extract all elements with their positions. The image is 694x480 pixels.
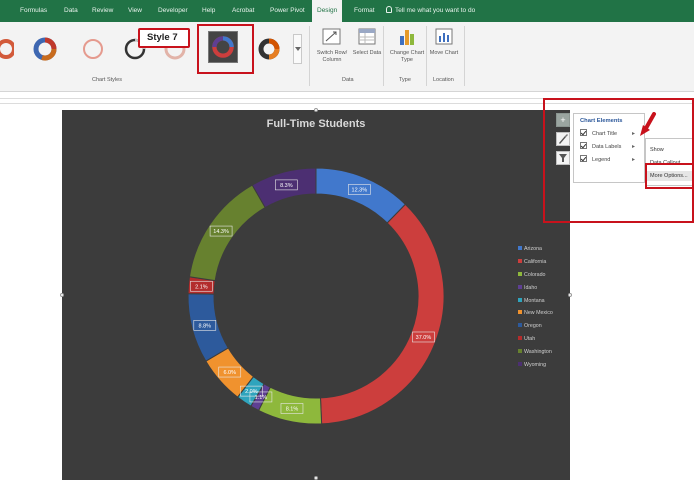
ribbon-tab-bar: Formulas Data Review View Developer Help… bbox=[0, 0, 694, 22]
legend-label: Idaho bbox=[524, 284, 538, 291]
chart-style-thumbnail[interactable] bbox=[0, 36, 14, 62]
annotation-arrow-icon bbox=[640, 112, 656, 136]
data-label: 2.1% bbox=[195, 284, 208, 290]
annotation-highlight-chart-elements bbox=[543, 98, 694, 223]
group-separator bbox=[383, 26, 384, 86]
select-data-icon bbox=[356, 26, 378, 48]
group-label-data: Data bbox=[342, 77, 354, 83]
legend-swatch bbox=[518, 271, 522, 276]
legend-swatch bbox=[518, 336, 522, 341]
chart-style-thumbnail[interactable] bbox=[256, 36, 282, 62]
switch-row-column-icon bbox=[321, 26, 343, 48]
legend-swatch bbox=[518, 310, 522, 315]
tell-me-search[interactable]: Tell me what you want to do bbox=[386, 0, 475, 22]
move-chart-button[interactable]: Move Chart bbox=[422, 26, 466, 57]
legend-label: Wyoming bbox=[524, 362, 547, 369]
tab-design[interactable]: Design bbox=[312, 0, 343, 22]
chevron-down-icon bbox=[295, 47, 301, 51]
tab-developer[interactable]: Developer bbox=[158, 0, 188, 22]
resize-handle[interactable] bbox=[314, 476, 318, 480]
legend-label: Montana bbox=[524, 297, 545, 304]
resize-handle[interactable] bbox=[568, 293, 572, 297]
legend-item: Wyoming bbox=[518, 359, 570, 372]
legend-swatch bbox=[518, 323, 522, 328]
legend-item: Montana bbox=[518, 295, 570, 308]
legend-item: New Mexico bbox=[518, 307, 570, 320]
ribbon: Chart Styles Switch Row/ Column Select D… bbox=[0, 22, 694, 92]
legend-swatch bbox=[518, 297, 522, 302]
tell-me-text: Tell me what you want to do bbox=[395, 7, 476, 14]
move-chart-label: Move Chart bbox=[429, 50, 459, 56]
legend-label: Oregon bbox=[524, 323, 542, 330]
legend-label: Utah bbox=[524, 336, 536, 343]
data-label: 6.0% bbox=[223, 370, 236, 376]
data-label: 8.1% bbox=[286, 406, 299, 412]
annotation-highlight-more-options bbox=[645, 163, 694, 189]
group-label-location: Location bbox=[433, 77, 454, 83]
legend-label: Colorado bbox=[524, 271, 546, 278]
tab-format[interactable]: Format bbox=[354, 0, 375, 22]
legend-label: Washington bbox=[524, 349, 552, 356]
legend-item: Arizona bbox=[518, 243, 570, 256]
chart-style-thumbnail[interactable] bbox=[80, 36, 106, 62]
legend-item: Colorado bbox=[518, 269, 570, 282]
legend-swatch bbox=[518, 349, 522, 354]
legend-swatch bbox=[518, 284, 522, 289]
tab-power-pivot[interactable]: Power Pivot bbox=[270, 0, 305, 22]
lightbulb-icon bbox=[386, 6, 392, 13]
data-label: 2.0% bbox=[245, 389, 258, 395]
legend-item: California bbox=[518, 256, 570, 269]
chart-plot-area: 12.3%37.0%8.1%1.1%2.0%6.0%8.8%2.1%14.3%8… bbox=[187, 167, 445, 425]
chart-style-thumbnail[interactable] bbox=[32, 36, 58, 62]
excel-window: Formulas Data Review View Developer Help… bbox=[0, 0, 694, 480]
legend-label: New Mexico bbox=[524, 310, 553, 317]
tab-data[interactable]: Data bbox=[64, 0, 78, 22]
group-label-chart-styles: Chart Styles bbox=[92, 77, 122, 83]
doughnut-chart[interactable]: Full-Time Students 12.3% 37.0% 8.1% 1.1% 2.0… bbox=[62, 110, 570, 480]
data-label: 14.3% bbox=[213, 229, 229, 235]
chart-legend[interactable]: Arizona California Colorado Idaho Montan… bbox=[518, 243, 570, 372]
doughnut-slice-arizona[interactable] bbox=[315, 167, 407, 224]
gallery-more-button[interactable] bbox=[293, 34, 302, 64]
doughnut-slice-california[interactable] bbox=[319, 203, 445, 425]
annotation-highlight-style-7 bbox=[197, 24, 254, 74]
group-separator bbox=[464, 26, 465, 86]
move-chart-icon bbox=[433, 26, 455, 48]
legend-item: Utah bbox=[518, 333, 570, 346]
tab-review[interactable]: Review bbox=[92, 0, 113, 22]
legend-swatch bbox=[518, 362, 522, 367]
legend-item: Oregon bbox=[518, 320, 570, 333]
data-label: 12.3% bbox=[352, 187, 368, 193]
tab-acrobat[interactable]: Acrobat bbox=[232, 0, 254, 22]
style-7-callout: Style 7 bbox=[138, 28, 190, 48]
legend-item: Washington bbox=[518, 346, 570, 359]
resize-handle[interactable] bbox=[314, 108, 318, 112]
legend-swatch bbox=[518, 246, 522, 250]
tab-help[interactable]: Help bbox=[202, 0, 215, 22]
tab-formulas[interactable]: Formulas bbox=[20, 0, 47, 22]
legend-label: California bbox=[524, 258, 547, 265]
data-label: 37.0% bbox=[416, 335, 432, 341]
legend-item: Idaho bbox=[518, 282, 570, 295]
data-label: 8.8% bbox=[199, 323, 212, 329]
change-chart-type-icon bbox=[396, 26, 418, 48]
tab-view[interactable]: View bbox=[128, 0, 142, 22]
resize-handle[interactable] bbox=[60, 293, 64, 297]
doughnut-slices bbox=[187, 167, 445, 425]
legend-swatch bbox=[518, 258, 522, 263]
data-label: 8.3% bbox=[280, 183, 293, 189]
legend-label: Arizona bbox=[524, 246, 542, 252]
group-label-type: Type bbox=[399, 77, 411, 83]
